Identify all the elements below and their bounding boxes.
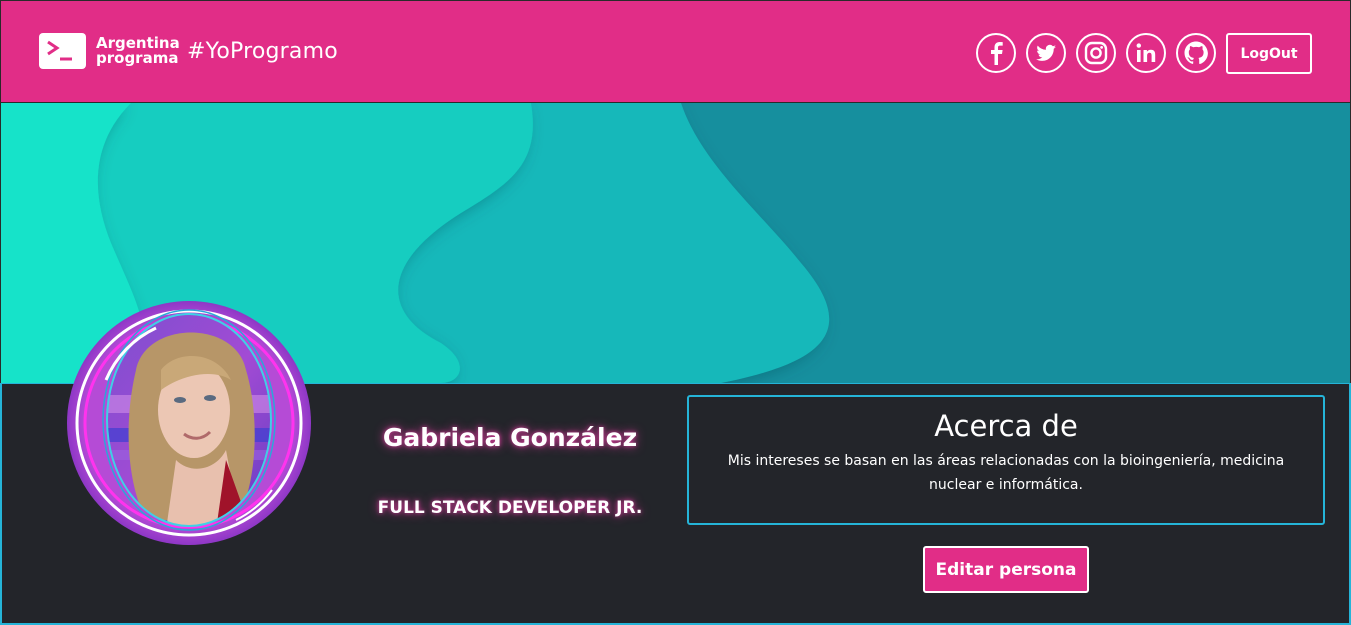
terminal-icon bbox=[39, 33, 86, 69]
profile-name: Gabriela González bbox=[382, 423, 638, 452]
social-links bbox=[976, 33, 1226, 73]
brand-line-2: programa bbox=[96, 49, 179, 67]
edit-person-button[interactable]: Editar persona bbox=[923, 546, 1089, 593]
hashtag-title: #YoProgramo bbox=[187, 39, 338, 64]
about-text: Mis intereses se basan en las áreas rela… bbox=[727, 453, 1285, 493]
instagram-icon[interactable] bbox=[1076, 33, 1116, 73]
about-card: Acerca de Mis intereses se basan en las … bbox=[687, 395, 1325, 525]
top-navbar: Argentina programa #YoProgramo LogOut bbox=[0, 0, 1351, 103]
facebook-icon[interactable] bbox=[976, 33, 1016, 73]
twitter-icon[interactable] bbox=[1026, 33, 1066, 73]
brand-name: Argentina programa bbox=[96, 36, 180, 66]
linkedin-icon[interactable] bbox=[1126, 33, 1166, 73]
avatar bbox=[66, 300, 312, 546]
profile-role: FULL STACK DEVELOPER JR. bbox=[377, 498, 643, 518]
logout-button[interactable]: LogOut bbox=[1226, 33, 1312, 74]
github-icon[interactable] bbox=[1176, 33, 1216, 73]
brand-logo[interactable]: Argentina programa bbox=[39, 33, 180, 69]
about-title: Acerca de bbox=[934, 409, 1078, 443]
